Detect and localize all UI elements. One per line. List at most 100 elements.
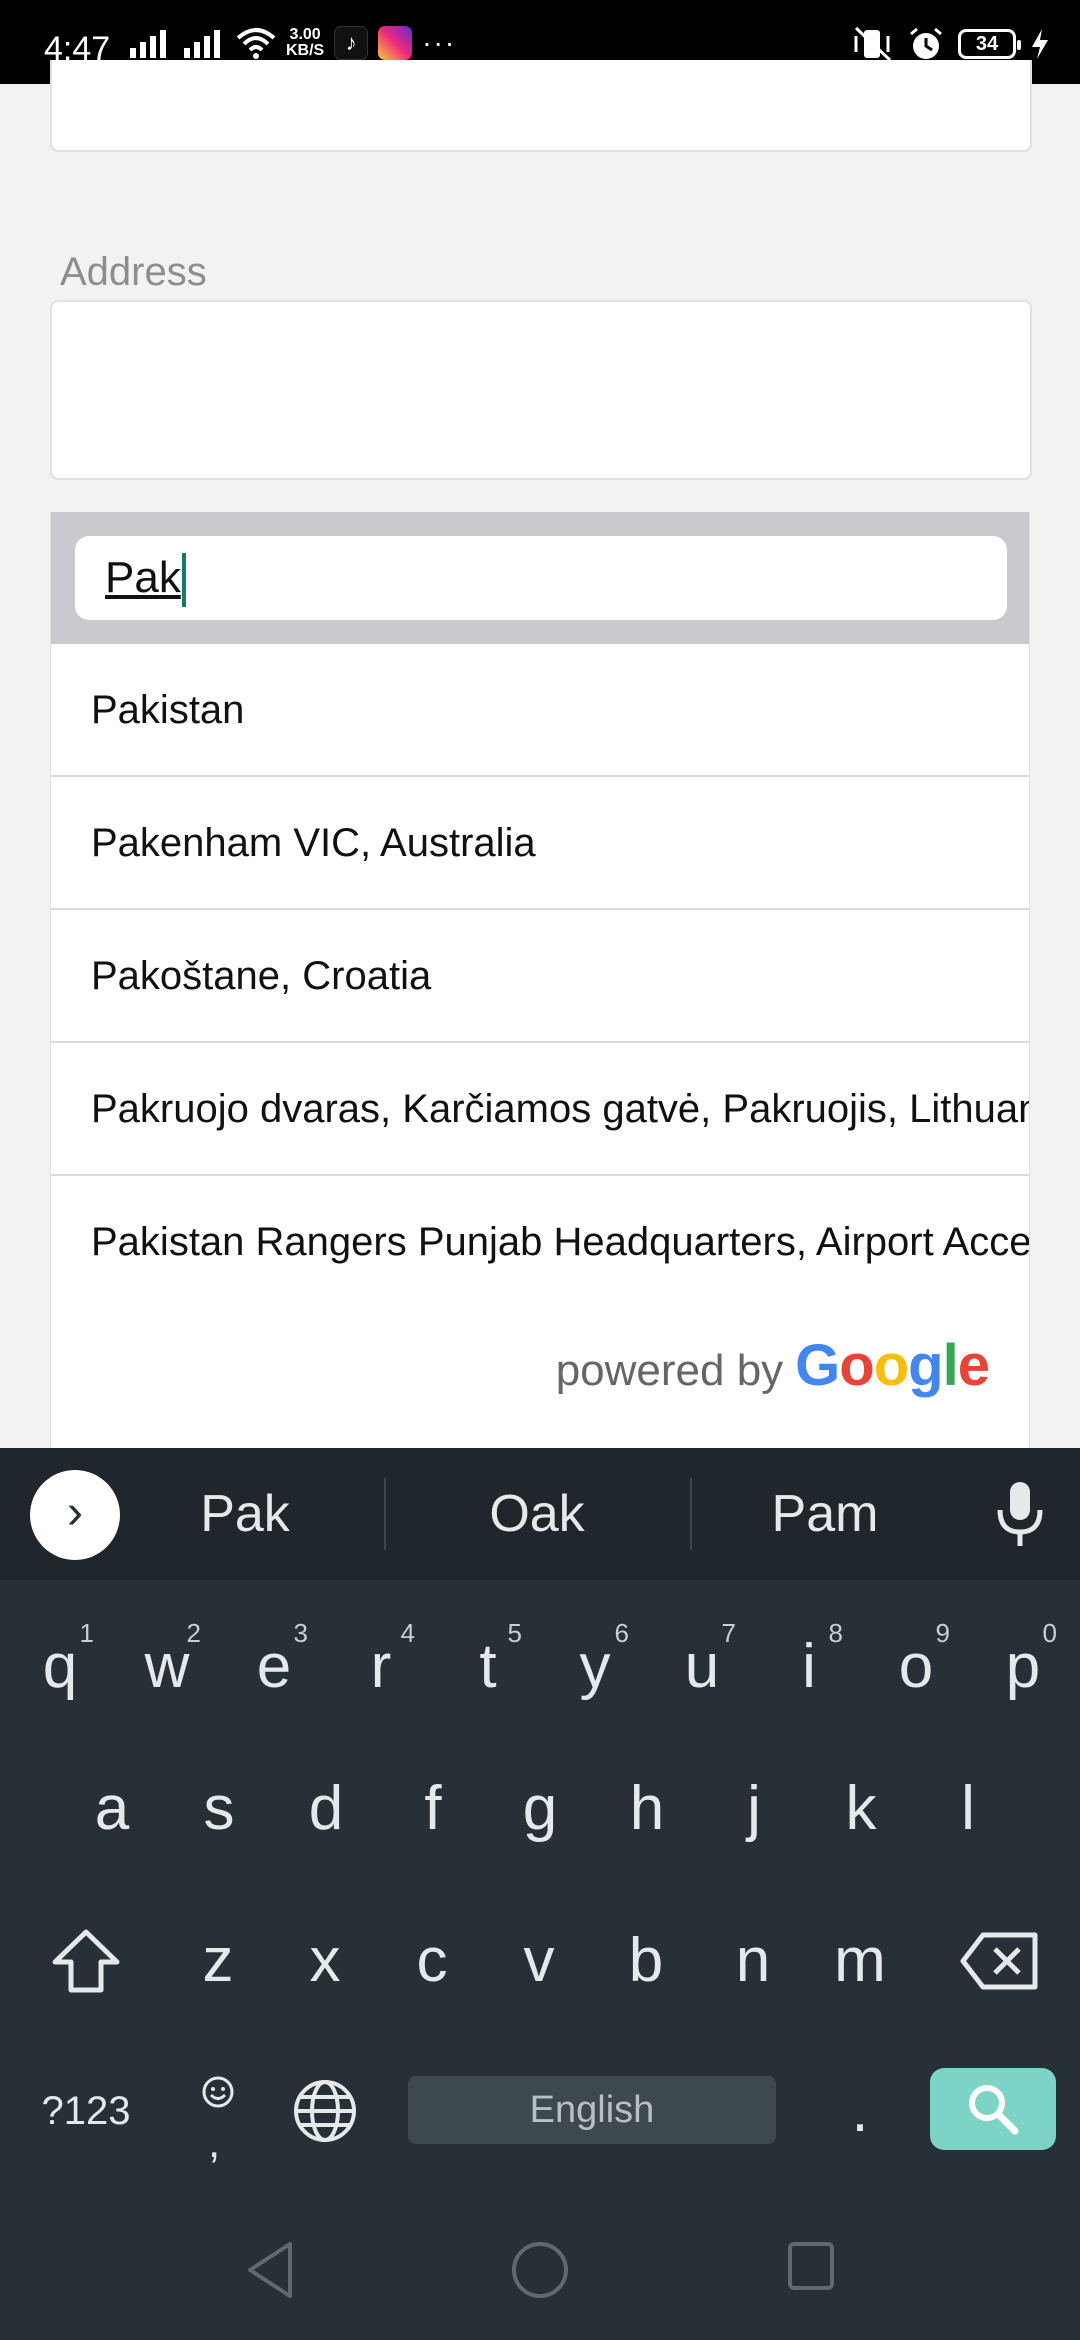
backspace-icon [960, 1932, 1038, 1990]
key-label: h [629, 1774, 665, 1843]
comma-label: , [208, 2118, 221, 2167]
suggestion-strip: › Pak Oak Pam [0, 1448, 1080, 1580]
key-u[interactable]: u7 [652, 1602, 752, 1732]
key-f[interactable]: f [383, 1744, 483, 1874]
key-n[interactable]: n [703, 1896, 803, 2026]
address-field[interactable] [50, 300, 1032, 480]
key-label: w [144, 1632, 190, 1701]
key-label: f [424, 1774, 442, 1843]
key-label: y [579, 1632, 611, 1701]
key-label: t [479, 1632, 497, 1701]
key-y[interactable]: y6 [545, 1602, 645, 1732]
divider [384, 1478, 386, 1550]
key-x[interactable]: x [275, 1896, 375, 2026]
powered-by-text: powered by [555, 1346, 784, 1395]
key-hint-number: 4 [400, 1618, 415, 1648]
recents-icon[interactable] [786, 2240, 836, 2292]
key-h[interactable]: h [597, 1744, 697, 1874]
suggestion-item[interactable]: Pakistan [51, 644, 1029, 777]
key-label: n [735, 1926, 771, 1995]
key-label: d [308, 1774, 344, 1843]
key-hint-number: 8 [828, 1618, 843, 1648]
period-key[interactable]: . [810, 2046, 910, 2176]
home-icon[interactable] [510, 2240, 570, 2300]
status-left-icons: 3.00 KB/S ♪ ··· [128, 26, 456, 60]
key-d[interactable]: d [276, 1744, 376, 1874]
language-key[interactable] [275, 2046, 375, 2176]
battery-icon: 34 [958, 29, 1021, 59]
places-autocomplete: Pak Pakistan Pakenham VIC, Australia Pak… [50, 512, 1030, 1450]
tiktok-icon: ♪ [334, 26, 369, 60]
shift-icon [52, 1929, 120, 1993]
navigation-bar [0, 2200, 1080, 2340]
search-input[interactable]: Pak [75, 536, 1007, 620]
key-hint-number: 3 [293, 1618, 308, 1648]
key-g[interactable]: g [490, 1744, 590, 1874]
key-hint-number: 2 [186, 1618, 201, 1648]
suggestion-item[interactable]: Pakistan Rangers Punjab Headquarters, Ai… [51, 1176, 1029, 1309]
shift-key[interactable] [36, 1896, 136, 2026]
space-bar[interactable]: English [408, 2076, 776, 2144]
globe-icon [294, 2080, 356, 2142]
alarm-icon [910, 27, 942, 59]
key-label: o [898, 1632, 934, 1701]
speed-value: 3.00 [289, 26, 321, 43]
key-label: m [834, 1926, 886, 1995]
previous-field[interactable] [50, 60, 1032, 152]
key-j[interactable]: j [704, 1744, 804, 1874]
address-label: Address [60, 250, 207, 294]
vibrate-off-icon [854, 26, 892, 62]
key-q[interactable]: q1 [10, 1602, 110, 1732]
key-label: k [845, 1774, 877, 1843]
suggestion-item[interactable]: Pakenham VIC, Australia [51, 777, 1029, 910]
key-label: s [203, 1774, 235, 1843]
google-logo: Google [795, 1333, 990, 1398]
key-z[interactable]: z [168, 1896, 268, 2026]
word-suggestion[interactable]: Pak [100, 1448, 390, 1580]
key-label: l [961, 1774, 975, 1843]
key-label: b [628, 1926, 664, 1995]
key-v[interactable]: v [489, 1896, 589, 2026]
key-hint-number: 0 [1042, 1618, 1057, 1648]
key-e[interactable]: e3 [224, 1602, 324, 1732]
key-label: u [684, 1632, 720, 1701]
key-label: e [256, 1632, 292, 1701]
speed-unit: KB/S [286, 42, 325, 59]
key-t[interactable]: t5 [438, 1602, 538, 1732]
symbols-key[interactable]: ?123 [26, 2046, 146, 2176]
signal-icon [184, 30, 220, 58]
back-icon[interactable] [244, 2240, 296, 2300]
suggestion-item[interactable]: Pakoštane, Croatia [51, 910, 1029, 1043]
key-b[interactable]: b [596, 1896, 696, 2026]
key-k[interactable]: k [811, 1744, 911, 1874]
key-s[interactable]: s [169, 1744, 269, 1874]
powered-by-google: powered by Google [555, 1332, 990, 1399]
key-c[interactable]: c [382, 1896, 482, 2026]
emoji-comma-key[interactable]: , [168, 2046, 268, 2176]
key-r[interactable]: r4 [331, 1602, 431, 1732]
microphone-icon[interactable] [990, 1480, 1050, 1548]
backspace-key[interactable] [944, 1896, 1054, 2026]
key-m[interactable]: m [810, 1896, 910, 2026]
key-label: z [202, 1926, 234, 1995]
key-o[interactable]: o9 [866, 1602, 966, 1732]
suggestion-item[interactable]: Pakruojo dvaras, Karčiamos gatvė, Pakruo… [51, 1043, 1029, 1176]
key-label: x [309, 1926, 341, 1995]
key-hint-number: 1 [79, 1618, 94, 1648]
key-w[interactable]: w2 [117, 1602, 217, 1732]
wifi-icon [236, 28, 276, 59]
key-i[interactable]: i8 [759, 1602, 859, 1732]
key-label: g [522, 1774, 558, 1843]
key-l[interactable]: l [918, 1744, 1018, 1874]
network-speed: 3.00 KB/S [286, 27, 324, 59]
key-a[interactable]: a [62, 1744, 162, 1874]
key-p[interactable]: p0 [973, 1602, 1073, 1732]
status-right-icons: 34 [850, 26, 1050, 62]
word-suggestion[interactable]: Oak [392, 1448, 682, 1580]
search-enter-key[interactable] [930, 2068, 1056, 2150]
key-label: r [370, 1632, 392, 1701]
key-label: a [94, 1774, 130, 1843]
word-suggestion[interactable]: Pam [680, 1448, 970, 1580]
instagram-icon [378, 26, 413, 60]
key-hint-number: 9 [935, 1618, 950, 1648]
